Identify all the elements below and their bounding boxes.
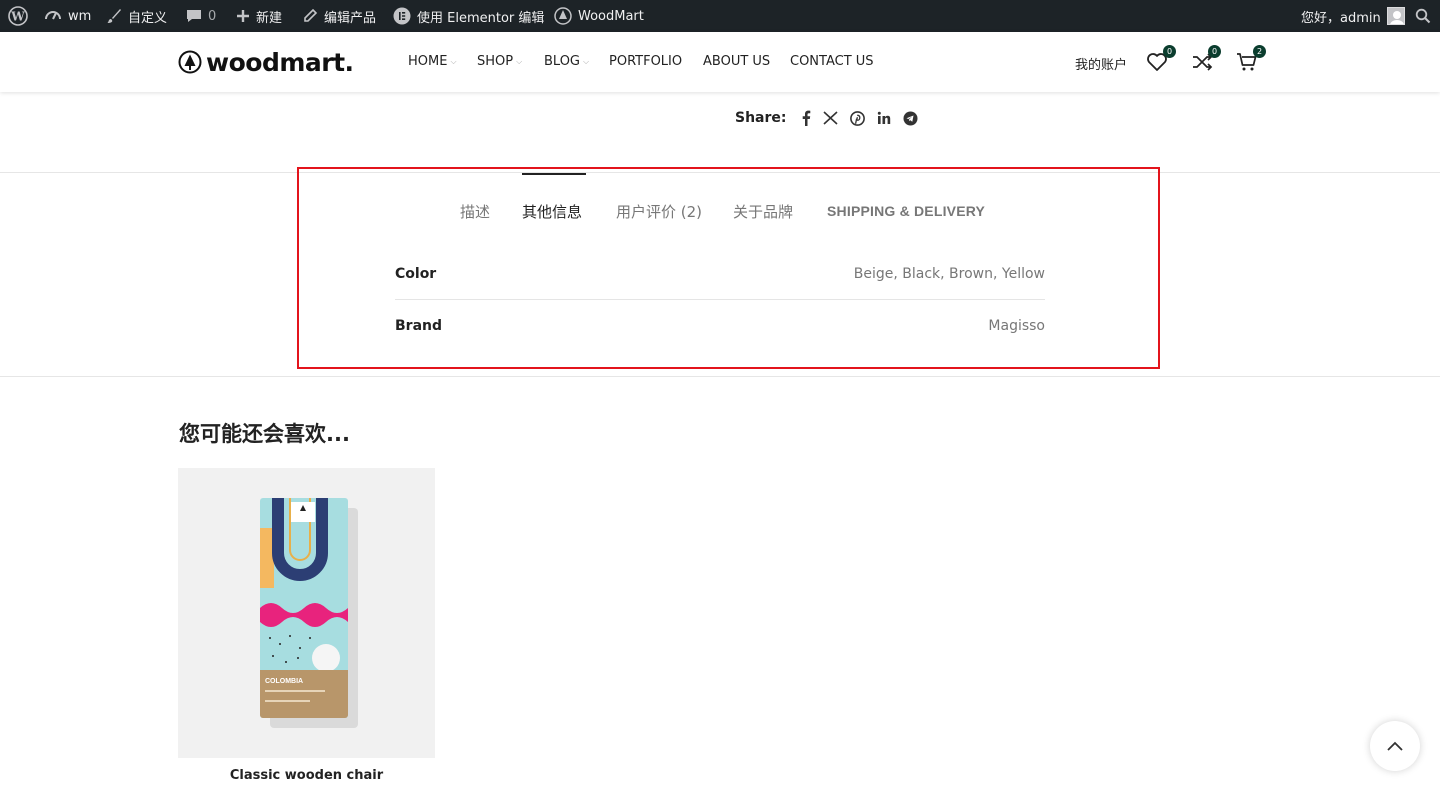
attribute-value: Beige, Black, Brown, Yellow [853,266,1045,282]
tab-description[interactable]: 描述 [460,201,490,222]
wishlist-button[interactable]: 0 [1144,45,1176,75]
plus-icon [237,10,249,22]
greeting-label: 您好，admin [1301,10,1381,26]
section-divider-bottom [0,376,1440,377]
compare-button[interactable]: 0 [1189,45,1221,75]
admin-search-icon[interactable] [1415,0,1431,32]
wp-admin-bar: W wm 自定义 0 新建 编辑产品 使用 Elementor 编辑 WoodM… [0,0,1440,32]
pencil-icon [304,8,318,22]
comments-link[interactable]: 0 [186,0,216,32]
edit-product-label: 编辑产品 [324,10,377,26]
attribute-row-color: Color Beige, Black, Brown, Yellow [395,264,1045,284]
brush-icon [107,9,121,23]
share-label: Share: [735,110,787,126]
edit-product-link[interactable]: 编辑产品 [302,0,376,32]
nav-shop[interactable]: SHOP ⌵ [477,54,522,69]
new-content-link[interactable]: 新建 [236,0,282,32]
compare-count-badge: 0 [1208,45,1221,58]
nav-home-label: HOME [408,54,448,69]
elementor-edit-link[interactable]: 使用 Elementor 编辑 [393,0,544,32]
nav-contact-us[interactable]: CONTACT US [790,54,874,69]
attribute-separator [395,299,1045,300]
linkedin-icon[interactable] [877,111,891,125]
facebook-icon[interactable] [801,110,811,126]
woodmart-theme-link[interactable]: WoodMart [554,0,644,32]
tree-logo-icon [178,50,202,74]
wordpress-logo-icon[interactable]: W [8,0,28,32]
elementor-edit-label: 使用 Elementor 编辑 [417,10,545,26]
tab-additional-info[interactable]: 其他信息 [522,201,582,222]
svg-text:W: W [10,10,25,24]
tab-reviews[interactable]: 用户评价 (2) [616,201,702,222]
product-image[interactable]: COLOMBIA [178,468,435,758]
coffee-bag-image: COLOMBIA [260,498,358,728]
dashboard-icon [45,11,61,20]
nav-contact-label: CONTACT US [790,54,874,69]
share-bar: Share: [735,110,918,126]
telegram-icon[interactable] [903,111,918,126]
my-account-link-header[interactable]: 我的账户 [1075,54,1127,73]
comments-count: 0 [208,8,217,24]
nav-shop-label: SHOP [477,54,514,69]
x-twitter-icon[interactable] [822,111,838,125]
site-name-link[interactable]: wm [44,0,91,32]
nav-portfolio[interactable]: PORTFOLIO [609,54,682,69]
nav-home[interactable]: HOME ⌵ [408,54,457,69]
woodmart-icon [554,7,572,25]
related-products-title: 您可能还会喜欢... [179,422,350,446]
nav-portfolio-label: PORTFOLIO [609,54,683,69]
wishlist-count-badge: 0 [1163,45,1176,58]
pinterest-icon[interactable] [849,110,865,126]
cart-count-badge: 2 [1253,45,1266,58]
my-account-label: 我的账户 [1075,58,1128,73]
nav-about-us[interactable]: ABOUT US [703,54,770,69]
customize-link[interactable]: 自定义 [106,0,167,32]
package-label: COLOMBIA [265,678,303,685]
site-logo[interactable]: woodmart. [178,46,354,78]
woodmart-theme-label: WoodMart [578,8,644,24]
nav-blog-label: BLOG [544,54,581,69]
site-header: woodmart. HOME ⌵ SHOP ⌵ BLOG ⌵ PORTFOLIO AB… [0,32,1440,92]
customize-label: 自定义 [128,10,168,26]
avatar [1386,7,1405,25]
nav-blog[interactable]: BLOG ⌵ [544,54,589,69]
tab-about-brand[interactable]: 关于品牌 [733,201,793,222]
nav-about-label: ABOUT US [703,54,771,69]
elementor-icon [393,7,411,25]
attribute-row-brand: Brand Magisso [395,316,1045,336]
new-label: 新建 [256,10,283,26]
comment-icon [187,10,201,22]
active-tab-indicator [522,173,586,175]
chevron-down-icon: ⌵ [450,56,457,66]
attribute-label: Brand [395,318,443,334]
chevron-up-icon [1387,741,1403,751]
attribute-value: Magisso [988,318,1045,334]
tab-shipping-delivery[interactable]: SHIPPING & DELIVERY [827,203,985,219]
scroll-to-top-button[interactable] [1370,721,1420,771]
my-account-link[interactable]: 您好，admin [1301,0,1405,32]
product-name[interactable]: Classic wooden chair [178,768,435,783]
logo-text: woodmart. [206,47,354,77]
chevron-down-icon: ⌵ [516,56,523,66]
site-name: wm [68,8,92,24]
chevron-down-icon: ⌵ [583,56,590,66]
cart-button[interactable]: 2 [1234,45,1266,75]
attribute-label: Color [395,266,437,282]
